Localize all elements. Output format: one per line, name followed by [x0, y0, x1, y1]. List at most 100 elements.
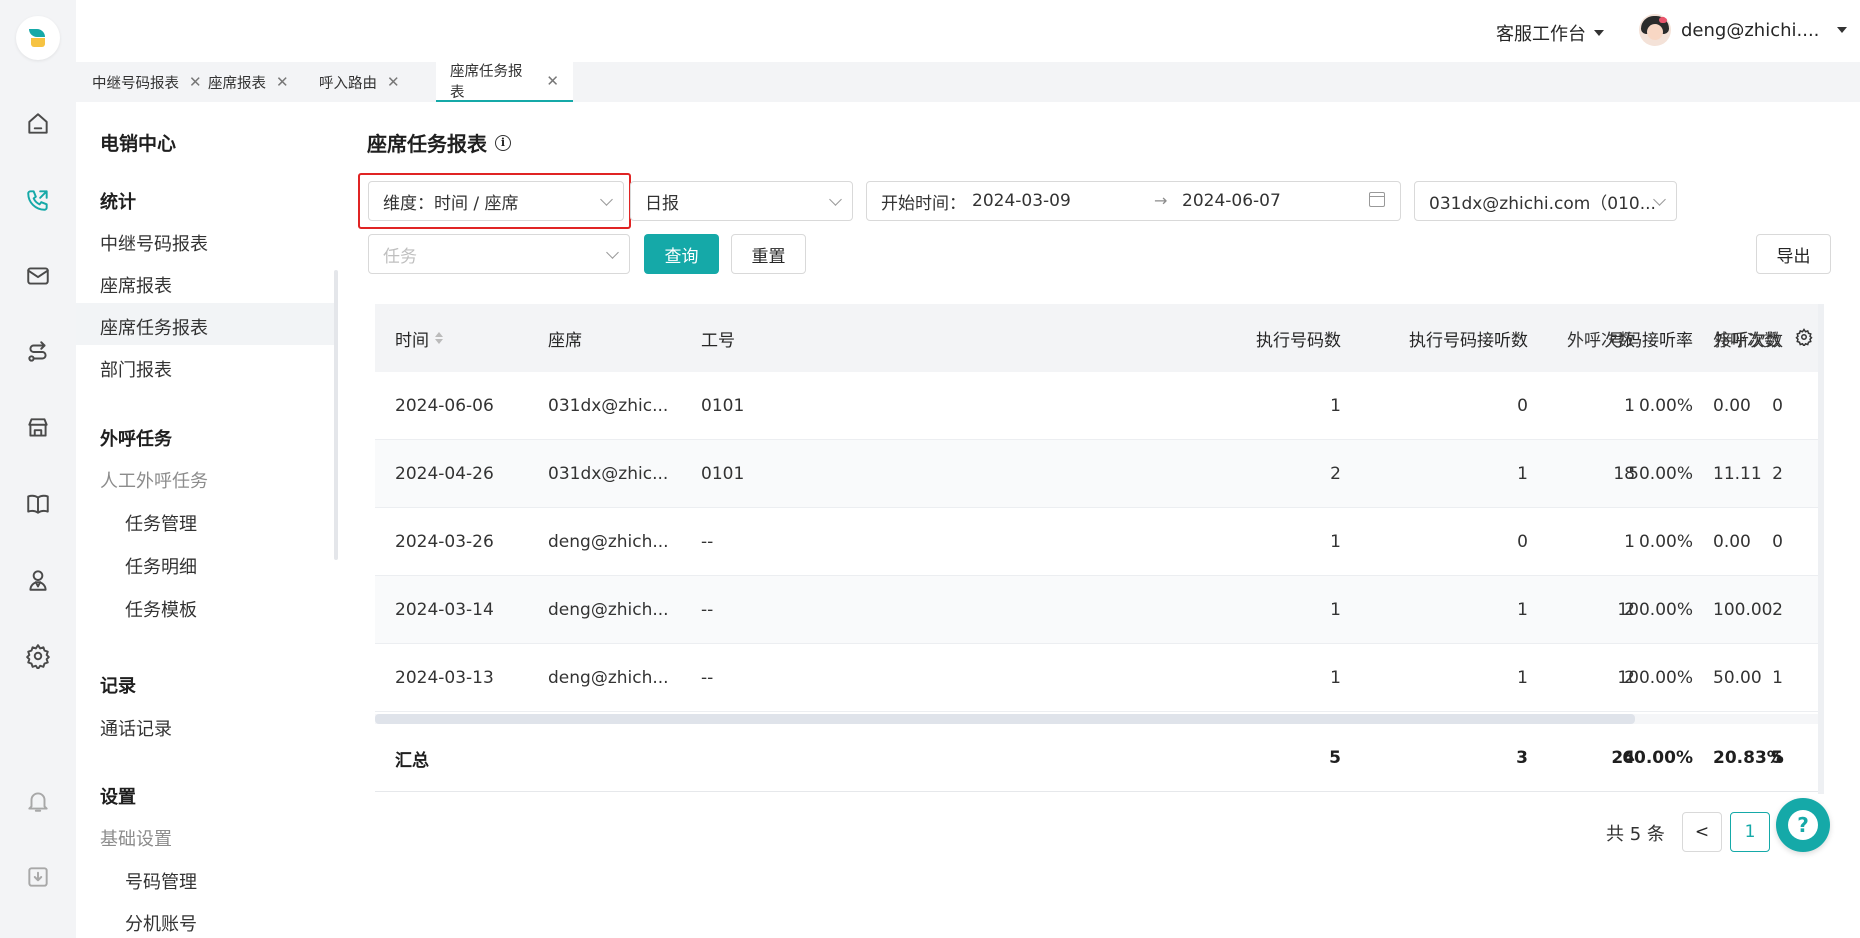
horizontal-scrollbar-thumb[interactable]: [375, 714, 1635, 724]
menu-group-manual-outbound[interactable]: 人工外呼任务: [100, 467, 208, 493]
close-icon[interactable]: ✕: [546, 72, 559, 90]
start-label: 开始时间：: [881, 193, 966, 214]
cell-outbound-rate: 0.00: [1713, 532, 1751, 552]
route-icon[interactable]: [24, 338, 52, 366]
period-value: 日报: [645, 193, 679, 214]
menu-section-stats: 统计: [100, 192, 136, 213]
menu-section-records: 记录: [100, 676, 136, 697]
vertical-scrollbar[interactable]: [1818, 304, 1824, 794]
calendar-icon[interactable]: [1369, 192, 1385, 207]
question-icon: ?: [1788, 810, 1818, 840]
chevron-down-icon: [606, 246, 619, 259]
app-logo[interactable]: [16, 16, 60, 60]
prev-page-button[interactable]: <: [1682, 812, 1722, 852]
date-range-picker[interactable]: 开始时间： 2024-03-09 2024-06-07: [866, 181, 1401, 221]
th-time[interactable]: 时间: [395, 304, 443, 372]
app-root: 客服工作台 deng@zhichi.... 中继号码报表 ✕ 座席报表 ✕ 呼入…: [0, 0, 1860, 938]
cell-answered-calls: 0: [1772, 396, 1783, 416]
th-label: 外呼次数: [1567, 330, 1635, 351]
summary-cell-outbound-rate: 20.83%: [1713, 748, 1784, 768]
start-date[interactable]: 2024-03-09: [972, 191, 1071, 211]
page-button-1[interactable]: 1: [1730, 812, 1770, 852]
agent-select[interactable]: 031dx@zhichi.com（010...: [1414, 181, 1677, 221]
chevron-down-icon: [600, 193, 613, 206]
query-button[interactable]: 查询: [644, 234, 719, 274]
menu-center-title: 电销中心: [100, 133, 177, 155]
table-row[interactable]: 2024-04-26 031dx@zhic... 0101 2 1 50.00% 18 2 11…: [375, 440, 1823, 508]
sort-icon[interactable]: [435, 332, 443, 344]
menu-item-task-details[interactable]: 任务明细: [125, 553, 197, 579]
cell-outbound-rate: 100.00: [1713, 600, 1773, 620]
th-label: 执行号码数: [1256, 330, 1341, 351]
period-select[interactable]: 日报: [630, 181, 853, 221]
agent-icon[interactable]: [24, 566, 52, 594]
menu-group-basic-settings[interactable]: 基础设置: [100, 825, 172, 851]
phone-call-icon[interactable]: [24, 186, 52, 214]
th-agent: 座席: [548, 330, 582, 351]
th-executed-numbers: 执行号码数: [1256, 304, 1341, 372]
cell-answered-calls: 2: [1772, 464, 1783, 484]
table-row[interactable]: 2024-06-06 031dx@zhic... 0101 1 0 0.00% 1 0 0.00: [375, 372, 1823, 440]
th-outbound-calls: 外呼次数: [1455, 304, 1635, 372]
summary-cell-answered-calls: 5: [1771, 748, 1783, 768]
side-menu: 电销中心 统计 中继号码报表 座席报表 座席任务报表 部门报表 外呼任务 人工外…: [76, 102, 338, 938]
cell-outbound-rate: 0.00: [1713, 396, 1751, 416]
top-bar: 客服工作台 deng@zhichi....: [76, 0, 1860, 62]
menu-item-task-management[interactable]: 任务管理: [125, 510, 197, 536]
export-button[interactable]: 导出: [1756, 234, 1831, 274]
store-icon[interactable]: [24, 414, 52, 442]
help-button[interactable]: ?: [1776, 798, 1830, 852]
menu-item-agent-report[interactable]: 座席报表: [100, 272, 172, 298]
menu-section-outbound: 外呼任务: [100, 429, 172, 450]
tab-label: 中继号码报表: [92, 75, 179, 92]
caret-down-icon: [1594, 30, 1604, 36]
table-row[interactable]: 2024-03-14 deng@zhich... -- 1 1 100.00% 2 2 100.…: [375, 576, 1823, 644]
th-label: 外呼次数: [1713, 330, 1781, 351]
user-menu[interactable]: deng@zhichi....: [1639, 14, 1848, 46]
logo-mark-icon: [29, 29, 45, 47]
table-row[interactable]: 2024-03-13 deng@zhich... -- 1 1 100.00% 2 1 50.0…: [375, 644, 1823, 712]
menu-item-task-templates[interactable]: 任务模板: [125, 596, 197, 622]
cell-answered-calls: 2: [1772, 600, 1783, 620]
menu-item-number-management[interactable]: 号码管理: [125, 868, 197, 894]
menu-item-department-report[interactable]: 部门报表: [100, 356, 172, 382]
task-placeholder: 任务: [383, 246, 417, 267]
close-icon[interactable]: ✕: [276, 73, 289, 91]
table-row[interactable]: 2024-03-26 deng@zhich... -- 1 0 0.00% 1 0 0.00: [375, 508, 1823, 576]
bell-icon[interactable]: [24, 787, 52, 815]
chevron-down-icon: [829, 193, 842, 206]
reset-button[interactable]: 重置: [731, 234, 806, 274]
menu-item-extension-accounts[interactable]: 分机账号: [125, 910, 197, 936]
close-icon[interactable]: ✕: [387, 73, 400, 91]
dimension-select[interactable]: 维度：时间 / 座席: [368, 181, 624, 221]
pagination-total: 共 5 条: [1606, 824, 1665, 845]
caret-down-icon: [1837, 27, 1848, 33]
book-icon[interactable]: [24, 490, 52, 518]
tab-inbound-routing[interactable]: 呼入路由 ✕: [305, 62, 414, 102]
tab-agent-task-report[interactable]: 座席任务报表 ✕: [436, 62, 573, 102]
tab-label: 呼入路由: [319, 75, 377, 92]
column-settings-icon[interactable]: [1793, 326, 1815, 348]
menu-item-trunk-report[interactable]: 中继号码报表: [100, 230, 208, 256]
cell-answered-calls: 0: [1772, 532, 1783, 552]
home-icon[interactable]: [24, 110, 52, 138]
page-title-text: 座席任务报表: [367, 132, 487, 156]
th-label: 时间: [395, 330, 429, 351]
tabs-bar: 中继号码报表 ✕ 座席报表 ✕ 呼入路由 ✕ 座席任务报表 ✕: [76, 62, 1860, 102]
task-select[interactable]: 任务: [368, 234, 630, 274]
mail-icon[interactable]: [24, 262, 52, 290]
avatar: [1639, 14, 1671, 46]
tab-agent-report[interactable]: 座席报表 ✕: [194, 62, 303, 102]
tab-label: 座席任务报表: [450, 64, 523, 101]
end-date[interactable]: 2024-06-07: [1182, 191, 1281, 211]
th-employee-id: 工号: [701, 330, 735, 351]
menu-item-call-records[interactable]: 通话记录: [100, 715, 172, 741]
workbench-dropdown[interactable]: 客服工作台: [1496, 20, 1604, 46]
cell-answered-calls: 1: [1772, 668, 1783, 688]
download-icon[interactable]: [24, 863, 52, 891]
icon-rail: [0, 0, 76, 938]
menu-item-agent-task-report[interactable]: 座席任务报表: [100, 314, 208, 340]
tab-label: 座席报表: [208, 75, 266, 92]
info-icon[interactable]: i: [495, 134, 511, 151]
gear-icon[interactable]: [24, 642, 52, 670]
